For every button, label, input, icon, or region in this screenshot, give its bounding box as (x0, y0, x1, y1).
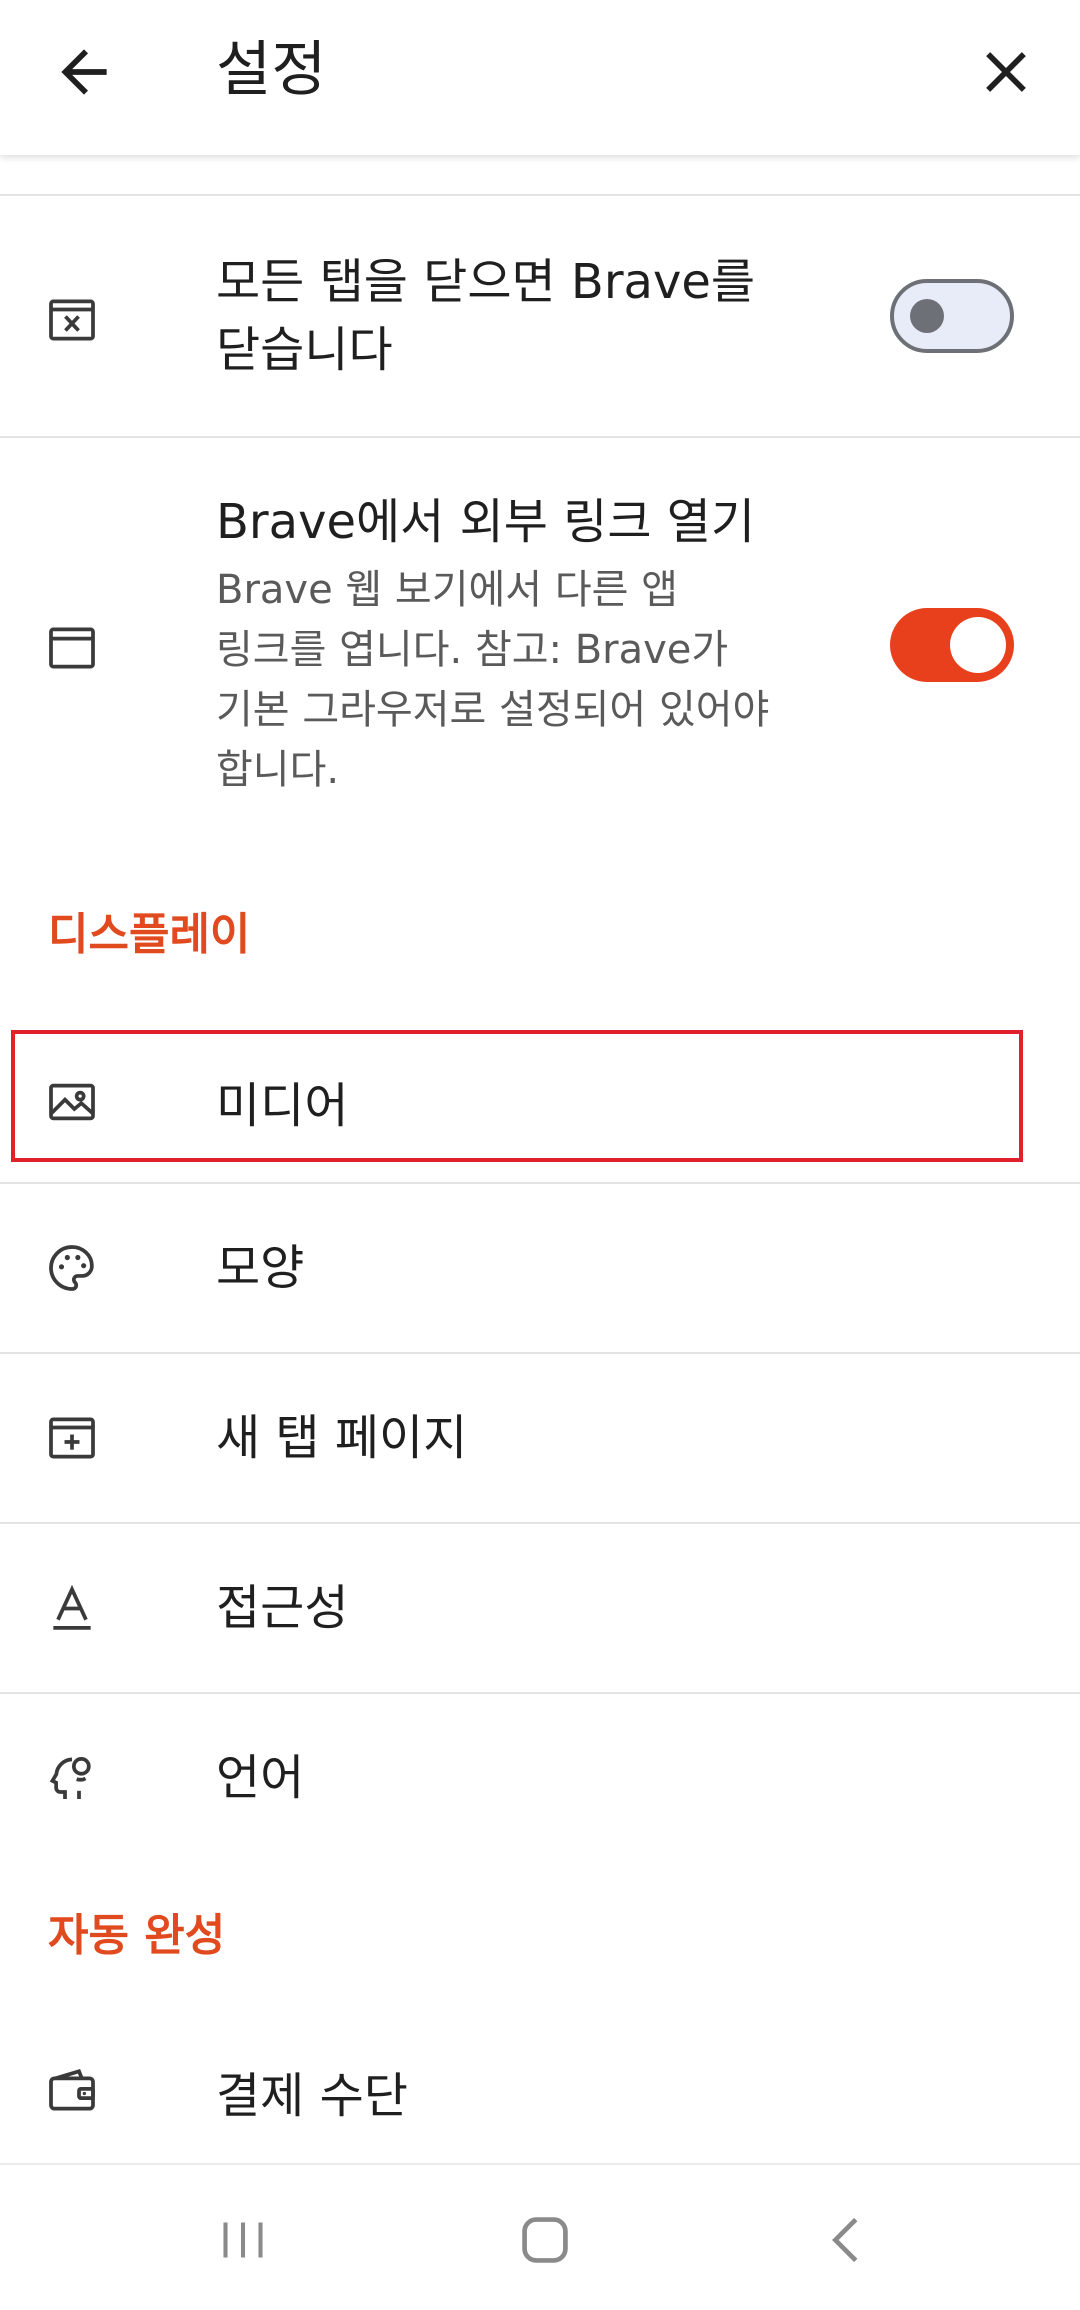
settings-item-appearance[interactable]: 모양 (0, 1184, 1080, 1352)
settings-item-label: 결제 수단 (216, 2068, 408, 2124)
settings-item-media[interactable]: 미디어 (0, 1030, 1080, 1182)
image-icon (44, 1074, 100, 1130)
toggle-knob (950, 617, 1006, 673)
arrow-left-icon[interactable] (50, 38, 118, 106)
settings-item-language[interactable]: 언어 (0, 1694, 1080, 1862)
settings-item-label: 미디어 (216, 1078, 349, 1134)
new-tab-icon (44, 1410, 100, 1466)
settings-item-label: 접근성 (216, 1580, 349, 1636)
setting-label-cont: 닫습니다 (216, 322, 393, 378)
app-bar: 설정 (0, 0, 1080, 155)
toggle-knob (910, 299, 944, 333)
settings-item-new-tab-page[interactable]: 새 탭 페이지 (0, 1354, 1080, 1522)
system-nav-bar (0, 2163, 1080, 2310)
close-icon[interactable] (972, 38, 1040, 106)
setting-close-brave-on-tabs-closed[interactable]: 모든 탭을 닫으면 Brave를 닫습니다 (0, 196, 1080, 436)
settings-item-accessibility[interactable]: 접근성 (0, 1524, 1080, 1692)
setting-description: 기본 그라우저로 설정되어 있어야 (216, 687, 770, 733)
home-icon[interactable] (510, 2205, 580, 2275)
settings-item-payment-methods[interactable]: 결제 수단 (0, 2018, 1080, 2162)
recents-icon[interactable] (208, 2205, 278, 2275)
page-title: 설정 (216, 35, 327, 105)
setting-label: Brave에서 외부 링크 열기 (216, 494, 756, 550)
settings-item-label: 새 탭 페이지 (216, 1410, 468, 1466)
setting-description: 합니다. (216, 747, 340, 793)
browser-window-icon (44, 620, 100, 676)
setting-description: 링크를 엽니다. 참고: Brave가 (216, 627, 729, 673)
nav-back-icon[interactable] (812, 2205, 882, 2275)
wallet-icon (44, 2062, 100, 2118)
palette-icon (44, 1240, 100, 1296)
close-window-icon (44, 292, 100, 348)
text-accessibility-icon (44, 1580, 100, 1636)
setting-open-external-links[interactable]: Brave에서 외부 링크 열기 Brave 웹 보기에서 다른 앱 링크를 엽… (0, 438, 1080, 818)
settings-item-label: 모양 (216, 1240, 305, 1296)
setting-label: 모든 탭을 닫으면 Brave를 (216, 254, 756, 310)
language-head-icon (44, 1750, 100, 1806)
setting-description: Brave 웹 보기에서 다른 앱 (216, 567, 678, 613)
external-links-toggle[interactable] (890, 608, 1014, 682)
close-brave-toggle[interactable] (890, 279, 1014, 353)
section-header-display: 디스플레이 (48, 909, 251, 960)
section-header-autofill: 자동 완성 (48, 1910, 226, 1961)
settings-item-label: 언어 (216, 1750, 305, 1806)
